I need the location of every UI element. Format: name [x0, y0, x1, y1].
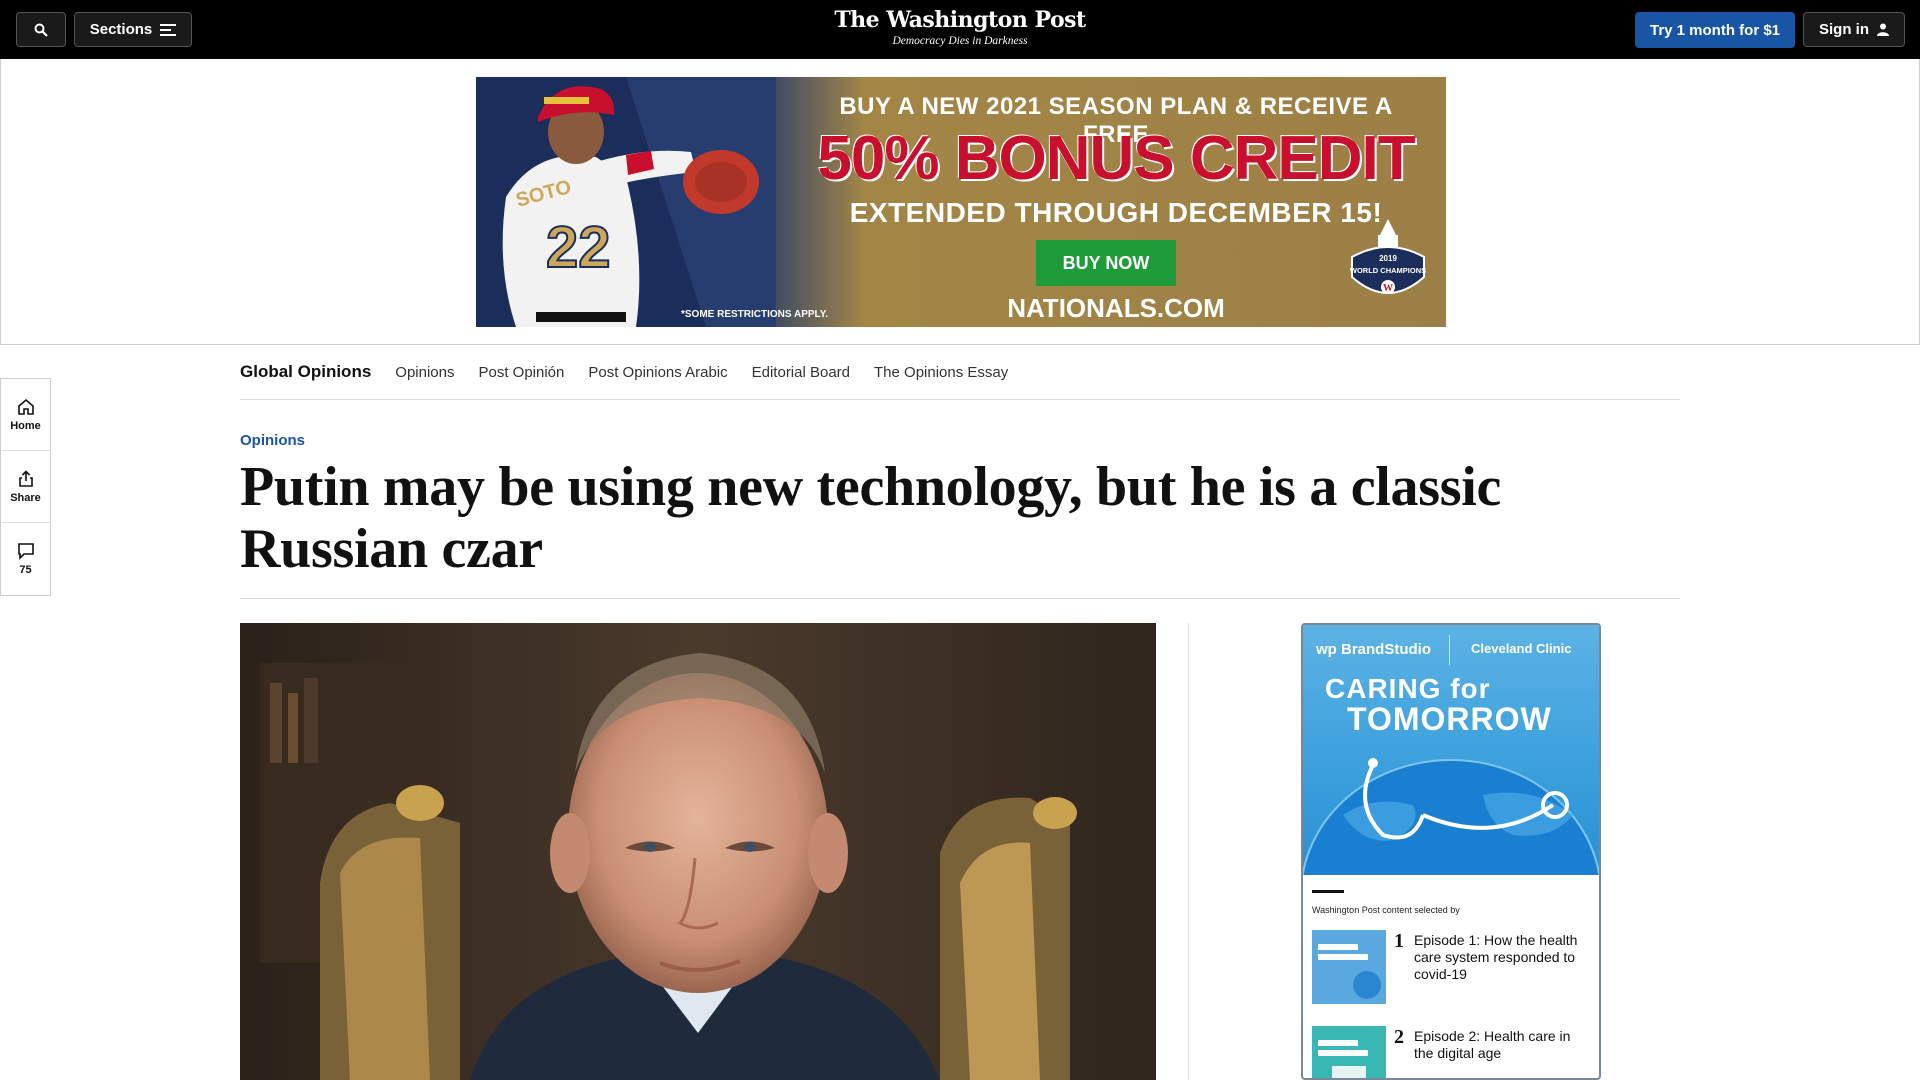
site-tagline: Democracy Dies in Darkness [892, 35, 1028, 47]
ad-player-image: 22 SOTO [476, 77, 776, 327]
column-divider [1188, 623, 1189, 1080]
jersey-number: 22 [546, 215, 611, 280]
sign-in-button[interactable]: Sign in [1803, 12, 1905, 47]
headline-divider [240, 598, 1680, 599]
left-action-rail: Home Share 75 [0, 378, 51, 596]
brand-ad-hero: wp BrandStudio Cleveland Clinic CARING f… [1303, 625, 1599, 875]
brand-section-bar [1312, 890, 1344, 893]
opinions-subnav: Global Opinions Opinions Post Opinión Po… [240, 345, 1680, 400]
subnav-link-editorial-board[interactable]: Editorial Board [752, 364, 850, 381]
rail-home-button[interactable]: Home [1, 379, 50, 451]
episode-2-number: 2 [1394, 1026, 1404, 1048]
article-hero-image [240, 623, 1156, 1080]
brand-title-line2: TOMORROW [1347, 701, 1552, 737]
brand-studio-ad[interactable]: wp BrandStudio Cleveland Clinic CARING f… [1301, 623, 1601, 1080]
subnav-link-opinions-essay[interactable]: The Opinions Essay [874, 364, 1008, 381]
article-headline: Putin may be using new technology, but h… [240, 456, 1502, 580]
brand-episode-item[interactable]: 1 Episode 1: How the health care system … [1312, 930, 1592, 1006]
top-bar: Sections The Washington Post Democracy D… [0, 0, 1920, 59]
search-icon [34, 23, 48, 37]
stethoscope-globe-illustration [1303, 758, 1599, 875]
home-icon [17, 398, 34, 415]
ad-fine-print: *SOME RESTRICTIONS APPLY. [681, 309, 829, 320]
episode-2-link[interactable]: Episode 2: Health care in the digital ag… [1414, 1028, 1589, 1062]
site-logo[interactable]: The Washington Post [760, 6, 1160, 34]
rail-comment-count: 75 [19, 564, 32, 576]
menu-icon [160, 23, 177, 36]
nationals-ad[interactable]: 22 SOTO BUY A NEW 2021 SEASON PLAN & REC… [476, 77, 1446, 327]
brand-logo-separator [1449, 635, 1450, 665]
subnav-link-post-opinions-arabic[interactable]: Post Opinions Arabic [588, 364, 727, 381]
rail-share-button[interactable]: Share [1, 451, 50, 523]
sign-in-label: Sign in [1819, 21, 1869, 38]
episode-1-link[interactable]: Episode 1: How the health care system re… [1414, 932, 1589, 983]
episode-2-thumbnail [1312, 1026, 1386, 1078]
rail-share-label: Share [10, 491, 41, 504]
user-icon [1877, 23, 1889, 36]
ad-headline-3: EXTENDED THROUGH DECEMBER 15! [849, 197, 1383, 228]
badge-text: WORLD CHAMPIONS [1350, 266, 1426, 275]
ad-buy-now-button[interactable]: BUY NOW [1036, 240, 1176, 286]
masthead[interactable]: The Washington Post Democracy Dies in Da… [760, 6, 1160, 48]
sections-button[interactable]: Sections [74, 12, 192, 47]
episode-1-number: 1 [1394, 930, 1404, 952]
subnav-link-post-opinion[interactable]: Post Opinión [478, 364, 564, 381]
comment-icon [17, 543, 34, 560]
cleveland-clinic-logo: Cleveland Clinic [1471, 641, 1572, 656]
ad-banner-container: 22 SOTO BUY A NEW 2021 SEASON PLAN & REC… [0, 59, 1920, 345]
ad-headline-2: 50% BONUS CREDIT [817, 124, 1415, 193]
svg-text:W: W [1383, 283, 1393, 294]
wp-brandstudio-logo: wp BrandStudio [1316, 641, 1431, 658]
subnav-link-opinions[interactable]: Opinions [395, 364, 454, 381]
search-button[interactable] [16, 12, 66, 47]
rail-comments-button[interactable]: 75 [1, 523, 50, 595]
article-kicker[interactable]: Opinions [240, 432, 305, 449]
badge-year: 2019 [1379, 254, 1397, 263]
subnav-primary-global-opinions[interactable]: Global Opinions [240, 362, 371, 382]
brand-episode-item[interactable]: 2 Episode 2: Health care in the digital … [1312, 1026, 1592, 1078]
share-icon [18, 469, 33, 487]
ad-site-url: NATIONALS.COM [1007, 293, 1225, 323]
rail-home-label: Home [10, 419, 41, 432]
episode-1-thumbnail [1312, 930, 1386, 1004]
world-champions-badge: 2019 WORLD CHAMPIONS W [1350, 219, 1426, 294]
sections-label: Sections [89, 21, 153, 38]
brand-selected-by: Washington Post content selected by [1312, 905, 1460, 915]
subscribe-button[interactable]: Try 1 month for $1 [1635, 12, 1795, 48]
